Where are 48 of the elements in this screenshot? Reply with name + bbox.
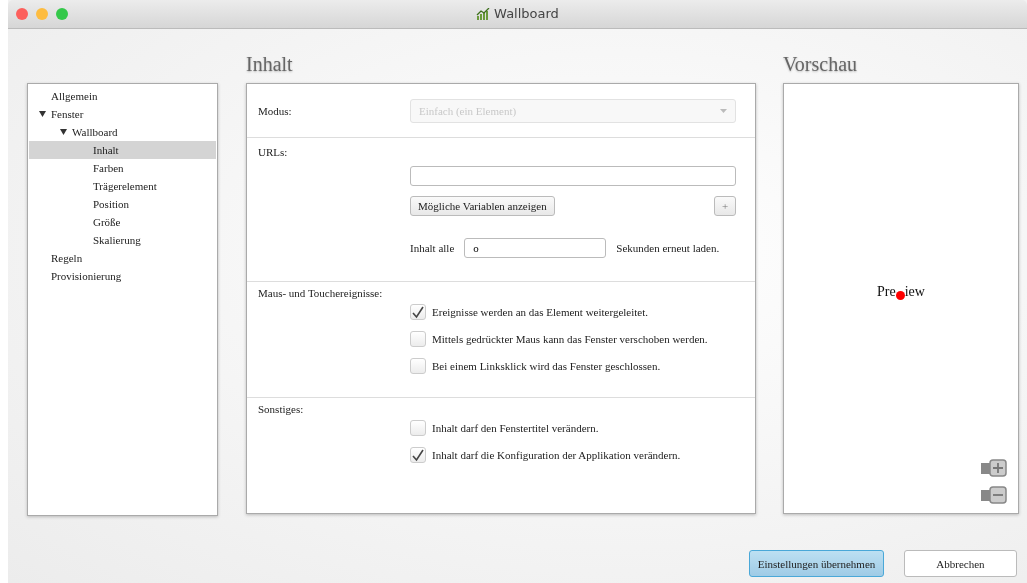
- section-label: Maus- und Touchereignisse:: [258, 287, 384, 299]
- show-variables-button[interactable]: Mögliche Variablen anzeigen: [410, 196, 555, 217]
- window-title: Wallboard: [494, 6, 559, 21]
- tree-item[interactable]: Größe: [29, 213, 216, 231]
- tree-item[interactable]: Position: [29, 195, 216, 213]
- zoom-out-icon[interactable]: [980, 485, 1008, 505]
- checkbox[interactable]: [410, 358, 426, 374]
- expand-triangle-icon[interactable]: [39, 111, 46, 117]
- checkbox-label: Inhalt darf die Konfiguration der Applikation verändern.: [432, 449, 681, 461]
- tree-item[interactable]: Fenster: [29, 105, 216, 123]
- checkbox-label: Inhalt darf den Fenstertitel verändern.: [432, 422, 599, 434]
- zoom-button[interactable]: [56, 8, 68, 20]
- tree-item[interactable]: Regeln: [29, 249, 216, 267]
- section-heading: Inhalt: [246, 52, 294, 77]
- tree-item[interactable]: Allgemein: [29, 87, 216, 105]
- reload-interval-field[interactable]: o: [464, 238, 607, 259]
- expand-triangle-icon[interactable]: [60, 129, 67, 135]
- apply-button[interactable]: Einstellungen übernehmen: [749, 550, 884, 577]
- checkbox-label: Mittels gedrückter Maus kann das Fenster verschoben werden.: [432, 333, 708, 345]
- tree-item[interactable]: Skalierung: [29, 231, 216, 249]
- close-button[interactable]: [16, 8, 28, 20]
- field-label: Modus:: [258, 104, 293, 117]
- tree-item[interactable]: Inhalt: [29, 141, 216, 159]
- tree-item[interactable]: Farben: [29, 159, 216, 177]
- add-button[interactable]: +: [714, 196, 736, 217]
- zoom-in-icon[interactable]: [980, 458, 1008, 478]
- checkbox-label: Bei einem Linksklick wird das Fenster geschlossen.: [432, 360, 661, 372]
- url-input-field[interactable]: [410, 166, 736, 187]
- checkbox[interactable]: [410, 304, 426, 320]
- section-heading: Vorschau: [783, 52, 859, 77]
- section-label: Sonstiges:: [258, 403, 305, 415]
- checkbox-label: Ereignisse werden an das Element weitergeleitet.: [432, 306, 649, 318]
- chart-icon: [476, 7, 491, 20]
- preview-text: Pre: [877, 284, 896, 300]
- checkbox[interactable]: [410, 331, 426, 347]
- preview-text: iew: [904, 284, 925, 300]
- field-label: URLs:: [258, 146, 289, 159]
- checkbox[interactable]: [410, 420, 426, 436]
- tree-item[interactable]: Wallboard: [29, 123, 216, 141]
- dropdown-arrow-icon: [720, 108, 727, 113]
- minimize-button[interactable]: [36, 8, 48, 20]
- tree-item[interactable]: Trägerelement: [29, 177, 216, 195]
- reload-label: Sekunden erneut laden.: [616, 242, 720, 255]
- reload-label: Inhalt alle: [410, 242, 455, 255]
- tree-item[interactable]: Provisionierung: [29, 267, 216, 285]
- cancel-button[interactable]: Abbrechen: [904, 550, 1017, 577]
- marker-dot: [895, 290, 905, 300]
- checkbox[interactable]: [410, 447, 426, 463]
